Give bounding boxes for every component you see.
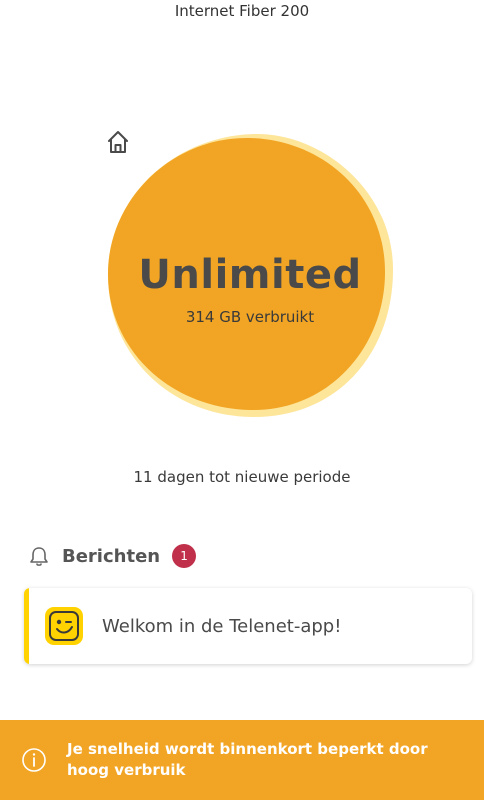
telenet-logo-icon [45, 607, 83, 645]
messages-count-badge: 1 [172, 544, 197, 568]
usage-indicator[interactable]: Unlimited 314 GB verbruikt [104, 128, 396, 420]
usage-consumed: 314 GB verbruikt [185, 308, 315, 326]
bell-icon [30, 547, 48, 566]
usage-value: Unlimited [138, 252, 362, 298]
card-accent [24, 588, 29, 664]
info-icon [22, 748, 46, 772]
dashboard-page: Internet Fiber 200 Unlimited 314 GB verb… [0, 0, 484, 800]
messages-title: Berichten [62, 545, 161, 567]
home-icon [108, 131, 128, 153]
message-card[interactable]: Welkom in de Telenet-app! [24, 588, 472, 664]
messages-header[interactable]: Berichten 1 [28, 540, 197, 572]
plan-title: Internet Fiber 200 [174, 2, 310, 20]
message-text: Welkom in de Telenet-app! [102, 615, 342, 637]
banner-text: Je snelheid wordt binnenkort beperkt doo… [67, 740, 428, 779]
speed-warning-banner[interactable]: Je snelheid wordt binnenkort beperkt doo… [0, 720, 484, 800]
period-remaining: 11 dagen tot nieuwe periode [133, 468, 351, 486]
